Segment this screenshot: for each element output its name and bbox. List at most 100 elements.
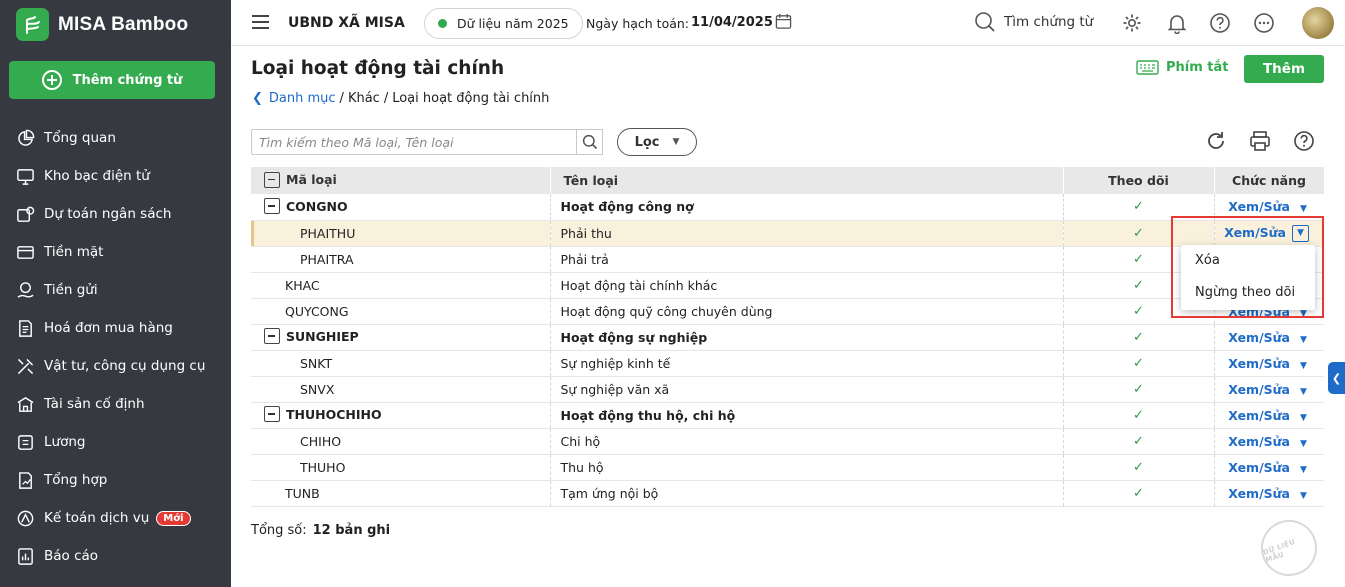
accounting-date-value[interactable]: 11/04/2025 [691,15,773,30]
table-row[interactable]: PHAITHU Phải thu ✓ Xem/Sửa ▼ [251,220,1324,247]
check-icon: ✓ [1063,480,1215,507]
collapse-all-icon[interactable] [264,171,280,188]
collapse-panel-tab[interactable]: ❮ [1328,362,1345,394]
sidebar-item-reports[interactable]: Báo cáo [0,537,231,575]
sidebar-item-fixed-assets[interactable]: Tài sản cố định [0,385,231,423]
help-icon[interactable] [1293,130,1315,152]
sidebar-item-deposit[interactable]: Tiền gửi [0,271,231,309]
view-edit-link[interactable]: Xem/Sửa [1228,434,1290,449]
table-row[interactable]: SNKT Sự nghiệp kinh tế ✓ Xem/Sửa ▼ [251,350,1324,377]
document-search[interactable]: Tìm chứng từ [974,11,1093,33]
cell-code: THUHO [251,454,551,481]
column-header-code[interactable]: Mã loại [251,167,551,194]
sidebar-item-summary[interactable]: Tổng hợp [0,461,231,499]
filter-button[interactable]: Lọc ▼ [617,128,697,156]
view-edit-link[interactable]: Xem/Sửa [1228,330,1290,345]
column-header-track[interactable]: Theo dõi [1063,167,1215,194]
collapse-icon[interactable] [264,406,280,423]
shortcut-button[interactable]: Phím tắt [1136,60,1229,75]
watermark-text: DỮ LIỆU MẪU [1261,537,1297,565]
search-input[interactable] [251,129,577,155]
dropdown-arrow-icon[interactable]: ▼ [1298,491,1309,501]
code-text: TUNB [285,485,320,501]
chevron-left-icon: ❮ [1331,371,1342,385]
sidebar-item-purchase-invoice[interactable]: Hoá đơn mua hàng [0,309,231,347]
code-text: SUNGHIEP [286,328,359,344]
sidebar-item-label: Tổng hợp [44,472,108,488]
organization-name[interactable]: UBND XÃ MISA [288,15,405,31]
sidebar-item-treasury[interactable]: Kho bạc điện tử [0,157,231,195]
breadcrumb-root-link[interactable]: Danh mục [269,91,336,106]
help-icon[interactable] [1209,12,1231,34]
dropdown-arrow-icon[interactable]: ▼ [1298,413,1309,423]
dropdown-arrow-icon[interactable]: ▼ [1298,335,1309,345]
table-row[interactable]: CONGNO Hoạt động công nợ ✓ Xem/Sửa ▼ [251,194,1324,221]
table-row[interactable]: QUYCONG Hoạt động quỹ công chuyên dùng ✓ Xe… [251,298,1324,325]
cell-code: PHAITHU [251,220,551,247]
avatar[interactable] [1302,7,1334,39]
table-row[interactable]: THUHO Thu hộ ✓ Xem/Sửa ▼ [251,454,1324,481]
table-row[interactable]: CHIHO Chi hộ ✓ Xem/Sửa ▼ [251,428,1324,455]
sidebar-item-materials[interactable]: Vật tư, công cụ dụng cụ [0,347,231,385]
cell-code: KHAC [251,272,551,299]
collapse-icon[interactable] [264,198,280,214]
cell-name: Phải trả [550,246,1064,273]
table-row[interactable]: PHAITRAPhải trả✓Xem/Sửa▼ [251,246,1324,273]
sidebar: MISA Bamboo Thêm chứng từ Tổng quan Kho … [0,0,231,587]
printer-icon[interactable] [1249,130,1271,152]
cell-name: Hoạt động công nợ [550,194,1064,221]
add-document-label: Thêm chứng từ [72,72,183,88]
table-row[interactable]: THUHOCHIHO Hoạt động thu hộ, chi hộ ✓ Xem/S… [251,402,1324,429]
highlight-annotation [1171,216,1324,318]
dropdown-arrow-icon[interactable]: ▼ [1298,387,1309,397]
dropdown-arrow-icon[interactable]: ▼ [1298,439,1309,449]
search-button[interactable] [576,129,603,155]
sidebar-item-service-accounting[interactable]: Kế toán dịch vụ Mới [0,499,231,537]
total-value: 12 bản ghi [312,523,391,538]
code-text: KHAC [285,277,320,293]
view-edit-link[interactable]: Xem/Sửa [1228,356,1290,371]
hamburger-menu-icon[interactable] [252,15,269,29]
dropdown-arrow-icon[interactable]: ▼ [1298,361,1309,371]
shortcut-label: Phím tắt [1166,60,1229,75]
dropdown-arrow-icon[interactable]: ▼ [1298,204,1309,214]
breadcrumb-separator: / [339,91,344,106]
calendar-icon[interactable] [775,13,792,30]
cell-code: SNKT [251,350,551,377]
sidebar-item-label: Tiền gửi [44,282,98,298]
cell-name: Hoạt động thu hộ, chi hộ [550,402,1064,429]
add-button[interactable]: Thêm [1244,55,1324,83]
summary-icon [19,471,32,489]
table-row[interactable]: TUNB Tạm ứng nội bộ ✓ Xem/Sửa ▼ [251,480,1324,507]
gear-icon[interactable] [1121,12,1143,34]
check-icon: ✓ [1063,402,1215,429]
brand[interactable]: MISA Bamboo [16,8,188,41]
table-row[interactable]: SUNGHIEP Hoạt động sự nghiệp ✓ Xem/Sửa ▼ [251,324,1324,351]
collapse-icon[interactable] [264,328,280,345]
check-icon: ✓ [1063,324,1215,351]
view-edit-link[interactable]: Xem/Sửa [1228,486,1290,501]
breadcrumb-current: Loại hoạt động tài chính [392,91,550,106]
view-edit-link[interactable]: Xem/Sửa [1228,408,1290,423]
refresh-icon[interactable] [1205,130,1227,152]
breadcrumb-separator: / [383,91,389,106]
table-row[interactable]: KHACHoạt động tài chính khác✓Xem/Sửa▼ [251,272,1324,299]
sidebar-item-cash[interactable]: Tiền mặt [0,233,231,271]
dropdown-arrow-icon[interactable]: ▼ [1298,465,1309,475]
top-bar: UBND XÃ MISA Dữ liệu năm 2025 Ngày hạch … [231,0,1345,46]
view-edit-link[interactable]: Xem/Sửa [1228,460,1290,475]
column-header-name[interactable]: Tên loại [550,167,1064,194]
sidebar-item-salary[interactable]: Lương [0,423,231,461]
view-edit-link[interactable]: Xem/Sửa [1228,199,1290,214]
table-body: CONGNO Hoạt động công nợ ✓ Xem/Sửa ▼ PHAITHU P… [251,194,1324,507]
keyboard-icon [1136,60,1159,75]
sidebar-item-budget[interactable]: Dự toán ngân sách [0,195,231,233]
table-row[interactable]: SNVX Sự nghiệp văn xã ✓ Xem/Sửa ▼ [251,376,1324,403]
add-document-button[interactable]: Thêm chứng từ [9,61,215,99]
sidebar-item-overview[interactable]: Tổng quan [0,119,231,157]
bell-icon[interactable] [1166,12,1188,34]
view-edit-link[interactable]: Xem/Sửa [1228,382,1290,397]
more-options-icon[interactable] [1253,12,1275,34]
data-year-selector[interactable]: Dữ liệu năm 2025 [424,8,583,39]
cell-code: CONGNO [251,194,551,221]
